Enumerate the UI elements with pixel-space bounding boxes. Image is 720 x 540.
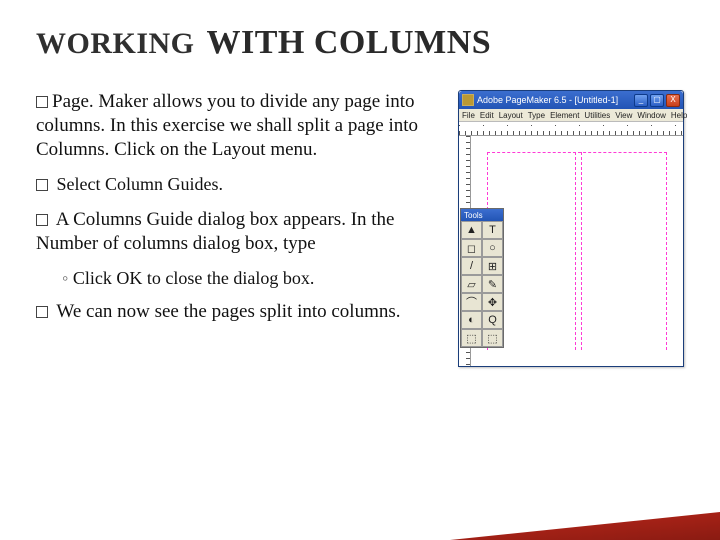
bullet-3: A Columns Guide dialog box appears. In t… (36, 208, 446, 256)
bullet-2-text: Select Column Guides. (57, 174, 223, 194)
slide-decoration (450, 500, 720, 540)
menu-view[interactable]: View (615, 111, 632, 120)
frame-tool-icon[interactable]: ⊞ (482, 257, 503, 275)
menu-help[interactable]: Help (671, 111, 687, 120)
checkbox-icon (36, 96, 48, 108)
toolbox-panel[interactable]: Tools ▲ T ◻ ○ / ⊞ ▱ ✎ ⌒ ✥ ◐ (460, 208, 504, 348)
column-guide (581, 152, 582, 350)
bullet-2: Select Column Guides. (36, 173, 446, 196)
app-title: Adobe PageMaker 6.5 - [Untitled-1] (477, 95, 634, 105)
menu-edit[interactable]: Edit (480, 111, 494, 120)
menubar[interactable]: File Edit Layout Type Element Utilities … (459, 109, 683, 122)
checkbox-icon (36, 306, 48, 318)
body-text: Page. Maker allows you to divide any pag… (36, 90, 446, 367)
pagemaker-window: Adobe PageMaker 6.5 - [Untitled-1] _ ▢ X… (458, 90, 684, 367)
line-tool-icon[interactable]: / (461, 257, 482, 275)
swatch-bg-icon[interactable]: ⬚ (482, 329, 503, 347)
rotate-tool-icon[interactable]: ⌒ (461, 293, 482, 311)
pointer-tool-icon[interactable]: ▲ (461, 221, 482, 239)
ruler-horizontal (459, 122, 683, 136)
bullet-3-text: A Columns Guide dialog box appears. In t… (36, 209, 394, 254)
minimize-button[interactable]: _ (634, 94, 648, 107)
app-icon (462, 94, 474, 106)
rectangle-tool-icon[interactable]: ◻ (461, 239, 482, 257)
toolbox-title[interactable]: Tools (461, 209, 503, 221)
bullet-1-lead: Page. Maker (52, 91, 153, 112)
title-part-2: WITH COLUMNS (207, 24, 492, 62)
maximize-button[interactable]: ▢ (650, 94, 664, 107)
column-guide (666, 152, 667, 350)
zoom-tool-icon[interactable]: Q (482, 311, 503, 329)
bullet-1: Page. Maker allows you to divide any pag… (36, 90, 446, 161)
menu-utilities[interactable]: Utilities (584, 111, 610, 120)
menu-file[interactable]: File (462, 111, 475, 120)
bullet-3-sub: Click OK to close the dialog box. (62, 267, 446, 290)
swatch-fg-icon[interactable]: ⬚ (461, 329, 482, 347)
ellipse-tool-icon[interactable]: ○ (482, 239, 503, 257)
fill-tool-icon[interactable]: ◐ (461, 311, 482, 329)
checkbox-icon (36, 214, 48, 226)
column-guide (575, 152, 576, 350)
text-tool-icon[interactable]: T (482, 221, 503, 239)
menu-element[interactable]: Element (550, 111, 579, 120)
checkbox-icon (36, 179, 48, 191)
menu-layout[interactable]: Layout (499, 111, 523, 120)
polygon-tool-icon[interactable]: ▱ (461, 275, 482, 293)
bullet-4: We can now see the pages split into colu… (36, 300, 446, 324)
margin-guide (487, 152, 667, 153)
slide-title: WORKING WITH COLUMNS (36, 24, 684, 62)
crop-tool-icon[interactable]: ✎ (482, 275, 503, 293)
title-part-1: WORKING (36, 27, 195, 61)
hand-tool-icon[interactable]: ✥ (482, 293, 503, 311)
close-button[interactable]: X (666, 94, 680, 107)
menu-type[interactable]: Type (528, 111, 545, 120)
titlebar[interactable]: Adobe PageMaker 6.5 - [Untitled-1] _ ▢ X (459, 91, 683, 109)
bullet-4-text: We can now see the pages split into colu… (56, 301, 400, 322)
menu-window[interactable]: Window (637, 111, 665, 120)
